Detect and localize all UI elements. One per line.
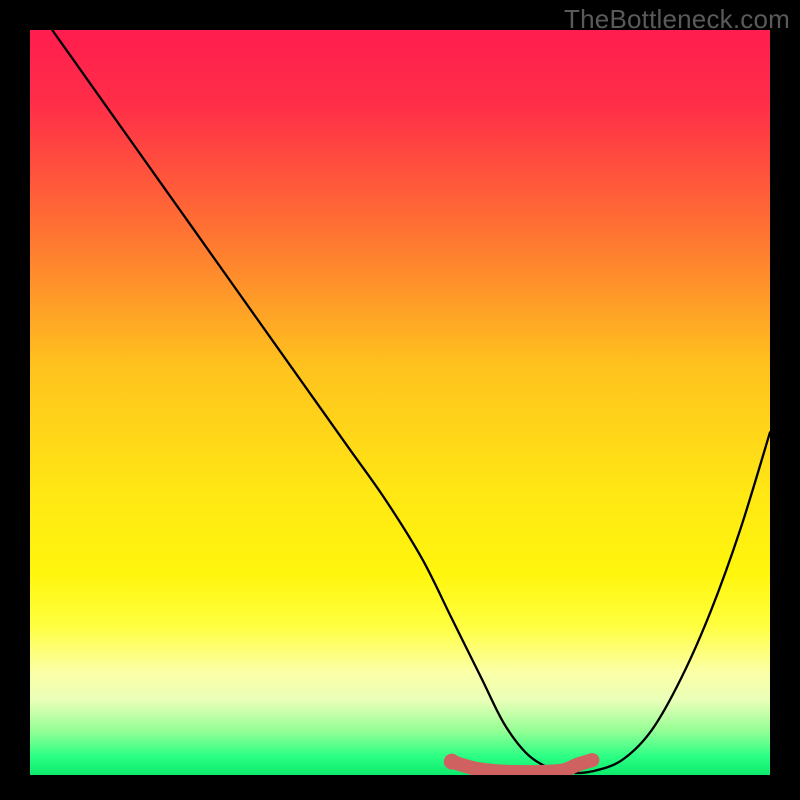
watermark-text: TheBottleneck.com <box>564 4 790 35</box>
plot-area <box>30 30 770 775</box>
gradient-background <box>30 30 770 775</box>
chart-frame: TheBottleneck.com <box>0 0 800 800</box>
optimal-range-dot <box>444 754 460 770</box>
bottleneck-chart <box>30 30 770 775</box>
